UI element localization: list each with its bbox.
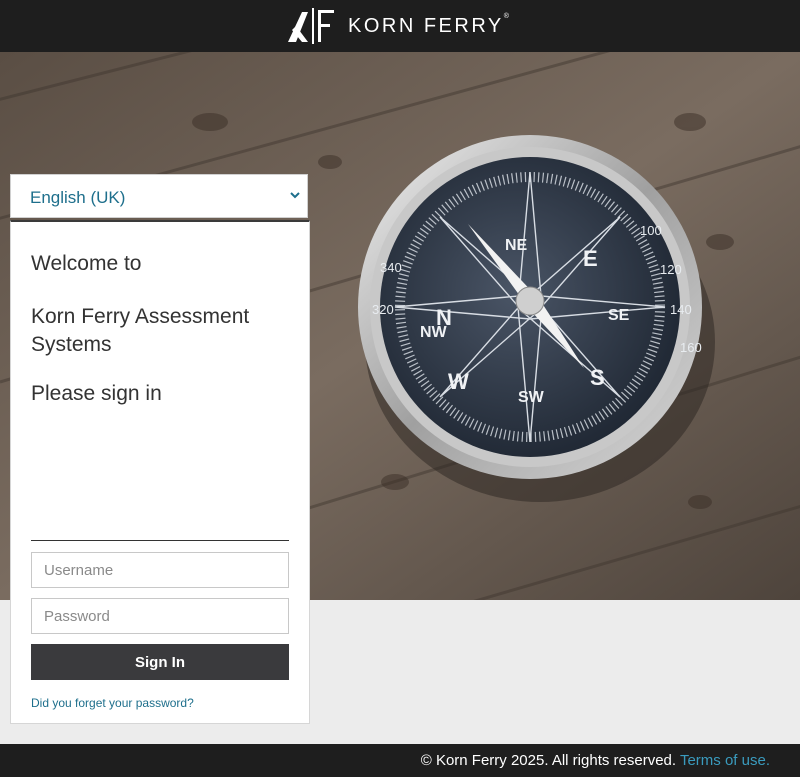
username-field: [31, 552, 289, 588]
copyright-text: © Korn Ferry 2025. All rights reserved.: [420, 752, 677, 769]
footer-text: © Korn Ferry 2025. All rights reserved. …: [421, 752, 770, 769]
svg-text:340: 340: [380, 260, 402, 275]
chevron-down-icon: [290, 192, 300, 199]
sign-in-button[interactable]: Sign In: [31, 644, 289, 680]
svg-text:320: 320: [372, 302, 394, 317]
language-select[interactable]: English (UK): [10, 174, 308, 218]
brand-name: KORN FERRY®: [348, 12, 509, 37]
footer: © Korn Ferry 2025. All rights reserved. …: [0, 744, 800, 777]
language-select-value: English (UK): [30, 188, 126, 207]
svg-text:160: 160: [680, 340, 702, 355]
divider: [31, 540, 289, 541]
svg-text:NW: NW: [420, 324, 448, 341]
svg-text:SE: SE: [608, 307, 630, 324]
svg-text:SW: SW: [518, 389, 545, 406]
korn-ferry-logo[interactable]: KORN FERRY®: [286, 4, 509, 48]
svg-text:140: 140: [670, 302, 692, 317]
login-card: Welcome to Korn Ferry Assessment Systems…: [10, 220, 310, 724]
password-input[interactable]: [32, 599, 288, 633]
svg-text:W: W: [448, 369, 469, 394]
password-field: [31, 598, 289, 634]
system-name: Korn Ferry Assessment Systems: [31, 305, 250, 356]
forgot-password-link[interactable]: Did you forget your password?: [31, 696, 194, 710]
svg-text:NE: NE: [505, 237, 528, 254]
svg-text:100: 100: [640, 223, 662, 238]
signin-prompt: Please sign in: [31, 382, 162, 405]
username-input[interactable]: [32, 553, 288, 587]
svg-text:E: E: [583, 246, 598, 271]
svg-text:120: 120: [660, 262, 682, 277]
terms-of-use-link[interactable]: Terms of use.: [680, 752, 770, 769]
top-bar: KORN FERRY®: [0, 0, 800, 52]
korn-ferry-logo-icon: [288, 8, 334, 44]
welcome-text: Welcome to: [31, 252, 142, 275]
svg-text:S: S: [590, 365, 605, 390]
